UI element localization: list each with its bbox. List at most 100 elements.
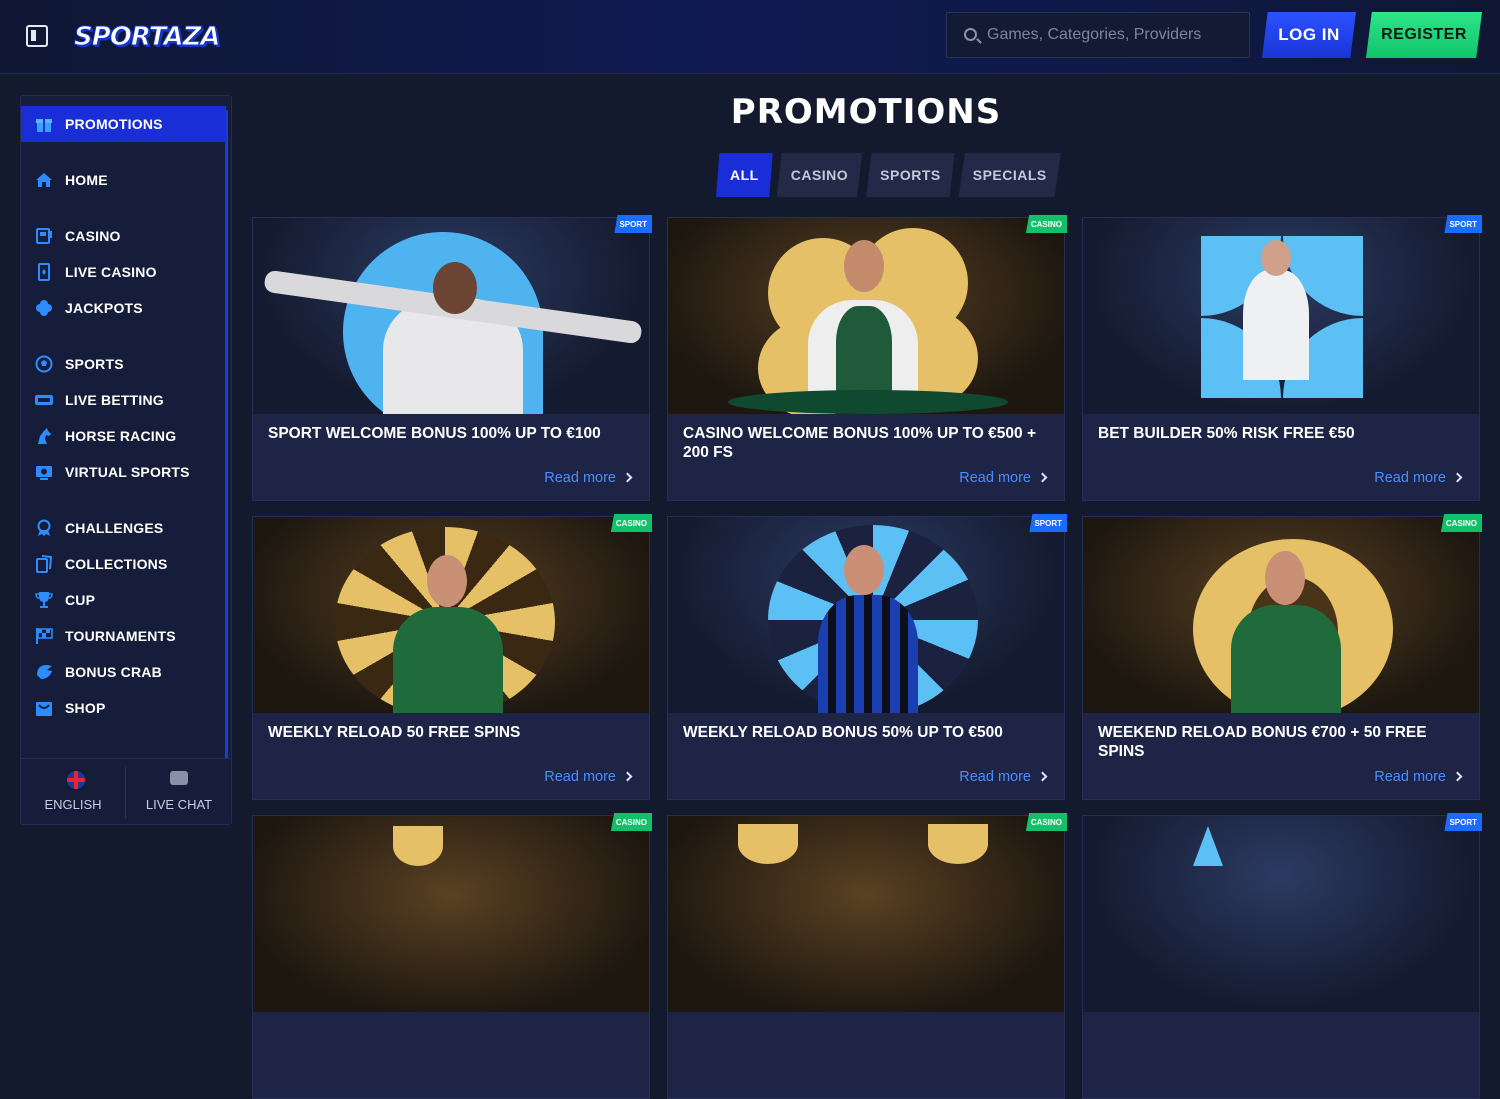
award-icon [35, 519, 53, 537]
sidebar-item-cup[interactable]: CUP [21, 582, 226, 618]
sidebar-item-label: SHOP [65, 700, 106, 716]
read-more-label: Read more [544, 470, 616, 486]
promo-card[interactable]: CASINO [667, 813, 1067, 1099]
soccer-ball-icon [35, 355, 53, 373]
chat-bubble-icon [170, 771, 188, 785]
sidebar-item-challenges[interactable]: CHALLENGES [21, 510, 226, 546]
language-button[interactable]: ENGLISH [21, 759, 125, 824]
promo-title: WEEKEND RELOAD BONUS €700 + 50 FREE SPIN… [1098, 724, 1427, 760]
home-icon [35, 171, 53, 189]
sidebar-item-collections[interactable]: COLLECTIONS [21, 546, 226, 582]
site-logo[interactable]: SPORTAZA [74, 16, 222, 58]
sidebar-footer: ENGLISH LIVE CHAT [21, 758, 231, 824]
promo-card[interactable]: CASINO WEEKEND RELOAD BONUS €700 + 50 FR… [1082, 514, 1482, 800]
logo-text: SPORTAZA [74, 22, 222, 53]
gift-icon [35, 115, 53, 133]
sidebar-item-label: HOME [65, 172, 108, 188]
crab-claw-icon [35, 663, 53, 681]
sidebar-item-live-casino[interactable]: LIVE CASINO [21, 254, 226, 290]
sidebar-item-shop[interactable]: SHOP [21, 690, 226, 726]
search-input[interactable] [987, 13, 1237, 57]
promo-image [1083, 517, 1479, 713]
chevron-right-icon [1037, 771, 1048, 782]
virtual-screen-icon [35, 463, 53, 481]
live-icon [35, 391, 53, 409]
sidebar-item-home[interactable]: HOME [21, 162, 226, 198]
chevron-right-icon [1452, 771, 1463, 782]
tab-specials[interactable]: SPECIALS [958, 153, 1061, 197]
badge-sport: SPORT [1444, 215, 1482, 233]
promo-card[interactable]: SPORT SPORT WELCOME BONUS 100% UP TO €10… [252, 215, 652, 501]
sidebar-item-label: CUP [65, 592, 96, 608]
live-chat-button[interactable]: LIVE CHAT [127, 759, 231, 824]
sidebar-item-jackpots[interactable]: JACKPOTS [21, 290, 226, 326]
sidebar-item-sports[interactable]: SPORTS [21, 346, 226, 382]
chevron-right-icon [622, 771, 633, 782]
read-more-link[interactable]: Read more [959, 470, 1048, 486]
promo-image [668, 517, 1064, 713]
chevron-right-icon [1452, 472, 1463, 483]
promo-image [668, 218, 1064, 414]
read-more-link[interactable]: Read more [1374, 470, 1463, 486]
read-more-label: Read more [959, 470, 1031, 486]
page-title: PROMOTIONS [730, 92, 1002, 132]
slot-machine-icon [35, 227, 53, 245]
read-more-link[interactable]: Read more [959, 769, 1048, 785]
chevron-right-icon [622, 472, 633, 483]
promo-card[interactable]: SPORT [1082, 813, 1482, 1099]
badge-sport: SPORT [1029, 514, 1067, 532]
sidebar-item-tournaments[interactable]: TOURNAMENTS [21, 618, 226, 654]
badge-casino: CASINO [1025, 215, 1067, 233]
live-chat-label: LIVE CHAT [145, 797, 213, 812]
trophy-icon [35, 591, 53, 609]
clover-icon [35, 299, 53, 317]
read-more-label: Read more [1374, 470, 1446, 486]
promo-title: SPORT WELCOME BONUS 100% UP TO €100 [268, 425, 601, 442]
register-button[interactable]: REGISTER [1366, 12, 1482, 58]
read-more-link[interactable]: Read more [544, 769, 633, 785]
horse-icon [35, 427, 53, 445]
sidebar-item-promotions[interactable]: PROMOTIONS [21, 106, 226, 142]
sidebar-item-horse-racing[interactable]: HORSE RACING [21, 418, 226, 454]
badge-sport: SPORT [1444, 813, 1482, 831]
promo-card[interactable]: CASINO CASINO WELCOME BONUS 100% UP TO €… [667, 215, 1067, 501]
sidebar-item-label: PROMOTIONS [65, 116, 163, 132]
collection-cards-icon [35, 555, 53, 573]
promo-title: WEEKLY RELOAD BONUS 50% UP TO €500 [683, 724, 1003, 741]
badge-casino: CASINO [1025, 813, 1067, 831]
sidebar-item-label: COLLECTIONS [65, 556, 168, 572]
sidebar-item-live-betting[interactable]: LIVE BETTING [21, 382, 226, 418]
badge-sport: SPORT [614, 215, 652, 233]
sidebar-item-casino[interactable]: CASINO [21, 218, 226, 254]
card-icon [35, 263, 53, 281]
sidebar-item-label: BONUS CRAB [65, 664, 162, 680]
chevron-right-icon [1037, 472, 1048, 483]
promo-card[interactable]: CASINO WEEKLY RELOAD 50 FREE SPINS Read … [252, 514, 652, 800]
language-label: ENGLISH [44, 797, 102, 812]
sidebar-item-label: SPORTS [65, 356, 124, 372]
read-more-link[interactable]: Read more [544, 470, 633, 486]
promo-title: BET BUILDER 50% RISK FREE €50 [1098, 425, 1355, 442]
search-box[interactable] [946, 12, 1250, 58]
tab-all[interactable]: ALL [716, 153, 773, 197]
promo-card[interactable]: CASINO [252, 813, 652, 1099]
read-more-link[interactable]: Read more [1374, 769, 1463, 785]
tab-casino[interactable]: CASINO [776, 153, 863, 197]
promo-image [253, 218, 649, 414]
promo-card[interactable]: SPORT WEEKLY RELOAD BONUS 50% UP TO €500… [667, 514, 1067, 800]
sidebar-item-label: TOURNAMENTS [65, 628, 176, 644]
sidebar-item-label: VIRTUAL SPORTS [65, 464, 190, 480]
sidebar-item-virtual-sports[interactable]: VIRTUAL SPORTS [21, 454, 226, 490]
search-icon [964, 28, 977, 41]
promo-card[interactable]: SPORT BET BUILDER 50% RISK FREE €50 Read… [1082, 215, 1482, 501]
sidebar-item-bonus-crab[interactable]: BONUS CRAB [21, 654, 226, 690]
tab-sports[interactable]: SPORTS [866, 153, 955, 197]
login-button[interactable]: LOG IN [1262, 12, 1356, 58]
read-more-label: Read more [544, 769, 616, 785]
read-more-label: Read more [959, 769, 1031, 785]
promo-image [1083, 218, 1479, 414]
promo-title: WEEKLY RELOAD 50 FREE SPINS [268, 724, 521, 741]
top-header: SPORTAZA LOG IN REGISTER [0, 0, 1500, 74]
sidebar-item-label: LIVE BETTING [65, 392, 164, 408]
sidebar-toggle-icon[interactable] [26, 25, 48, 47]
